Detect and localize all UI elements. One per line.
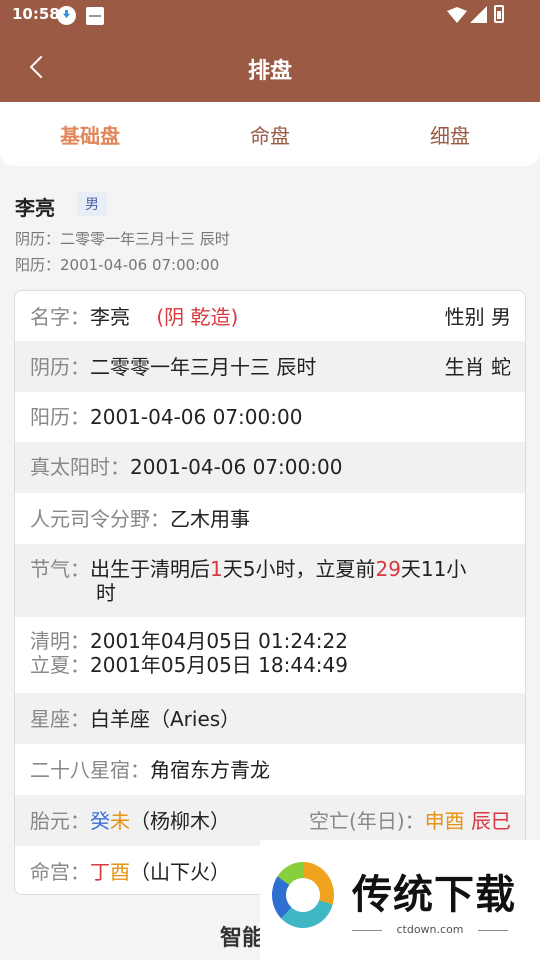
solar-label: 阳历：	[30, 405, 90, 429]
tab-bar: 基础盘 命盘 细盘	[0, 102, 540, 166]
app-notification-icon	[86, 7, 104, 25]
name-label: 名字：	[30, 305, 90, 329]
kongwang-value-1: 申酉	[424, 809, 465, 833]
kongwang-value-2: 辰巳	[471, 809, 511, 833]
jieqi-text-2: 天5小时，立夏前	[222, 557, 376, 581]
lixia-label: 立夏：	[30, 653, 90, 677]
solar-value: 2001-04-06 07:00:00	[90, 405, 303, 429]
name-value: 李亮	[90, 305, 130, 329]
status-time: 10:58	[12, 5, 60, 23]
solar-date-line: 阳历：2001-04-06 07:00:00	[15, 256, 220, 274]
lixia-value: 2001年05月05日 18:44:49	[90, 653, 348, 677]
person-summary: 李亮 男	[15, 192, 107, 221]
page-title: 排盘	[247, 59, 292, 84]
download-icon	[57, 6, 76, 25]
jieqi-row: 节气：出生于清明后1天5小时，立夏前29天11小 时	[15, 544, 525, 617]
gender-badge: 男	[77, 192, 107, 216]
true-solar-value: 2001-04-06 07:00:00	[130, 455, 343, 479]
siling-row: 人元司令分野：乙木用事	[15, 493, 525, 544]
lunar-label: 阴历：	[30, 355, 90, 379]
minggong-stem: 丁	[90, 860, 110, 884]
constellation-value: 白羊座（Aries）	[90, 707, 241, 731]
jieqi-label: 节气：	[30, 557, 90, 581]
tab-basic-chart[interactable]: 基础盘	[0, 120, 180, 149]
jieqi-text-1: 出生于清明后	[90, 557, 210, 581]
section-title-partial: 智能	[220, 926, 265, 951]
jieqi-text-4: 时	[96, 581, 116, 605]
watermark-url: ctdown.com	[352, 923, 508, 936]
person-name: 李亮	[15, 196, 55, 220]
wifi-icon	[447, 7, 467, 23]
status-bar: 10:58	[0, 0, 540, 32]
constellation-label: 星座：	[30, 707, 90, 731]
tab-detailed-chart[interactable]: 细盘	[360, 120, 540, 149]
taiyuan-label: 胎元：	[30, 809, 90, 833]
minggong-branch: 酉	[110, 860, 130, 884]
watermark: 传统下载 ctdown.com	[260, 840, 540, 960]
lunar-date-line: 阴历：二零零一年三月十三 辰时	[15, 230, 230, 248]
taiyuan-row: 胎元：癸未（杨柳木） 空亡(年日)：申酉 辰巳	[15, 795, 525, 846]
taiyuan-stem: 癸	[90, 809, 110, 833]
zodiac-value: 生肖 蛇	[444, 355, 511, 379]
lunar-value: 二零零一年三月十三 辰时	[90, 355, 317, 379]
minggong-nayin: （山下火）	[130, 860, 230, 884]
minggong-label: 命宫：	[30, 860, 90, 884]
mansion-value: 角宿东方青龙	[150, 758, 270, 782]
true-solar-row: 真太阳时：2001-04-06 07:00:00	[15, 442, 525, 493]
kongwang-label: 空亡(年日)：	[309, 809, 425, 833]
jieqi-text-3: 天11小	[400, 557, 467, 581]
siling-label: 人元司令分野：	[30, 507, 170, 531]
taiyuan-branch: 未	[110, 809, 130, 833]
taiyuan-nayin: （杨柳木）	[130, 809, 230, 833]
solar-row: 阳历：2001-04-06 07:00:00	[15, 392, 525, 442]
constellation-row: 星座：白羊座（Aries）	[15, 693, 525, 744]
qingming-label: 清明：	[30, 629, 90, 653]
mansion-label: 二十八星宿：	[30, 758, 150, 782]
tab-destiny-chart[interactable]: 命盘	[180, 120, 360, 149]
mansion-row: 二十八星宿：角宿东方青龙	[15, 744, 525, 795]
yinyang-tag: (阴 乾造)	[156, 305, 239, 329]
jieqi-days-before: 29	[375, 557, 401, 581]
app-header: 10:58 排盘	[0, 0, 540, 102]
true-solar-label: 真太阳时：	[30, 455, 130, 479]
battery-icon	[494, 5, 504, 23]
watermark-logo-icon	[272, 862, 334, 928]
jieqi-days-after: 1	[210, 557, 223, 581]
solar-terms-row: 清明：2001年04月05日 01:24:22 立夏：2001年05月05日 1…	[15, 617, 525, 693]
watermark-text: 传统下载	[352, 872, 516, 918]
name-row: 名字：李亮 (阴 乾造) 性别 男	[15, 291, 525, 341]
siling-value: 乙木用事	[170, 507, 250, 531]
signal-icon	[470, 6, 487, 23]
lunar-row: 阴历：二零零一年三月十三 辰时 生肖 蛇	[15, 341, 525, 392]
details-card: 名字：李亮 (阴 乾造) 性别 男 阴历：二零零一年三月十三 辰时 生肖 蛇 阳…	[14, 290, 526, 895]
gender-value: 性别 男	[444, 305, 511, 329]
qingming-value: 2001年04月05日 01:24:22	[90, 629, 348, 653]
